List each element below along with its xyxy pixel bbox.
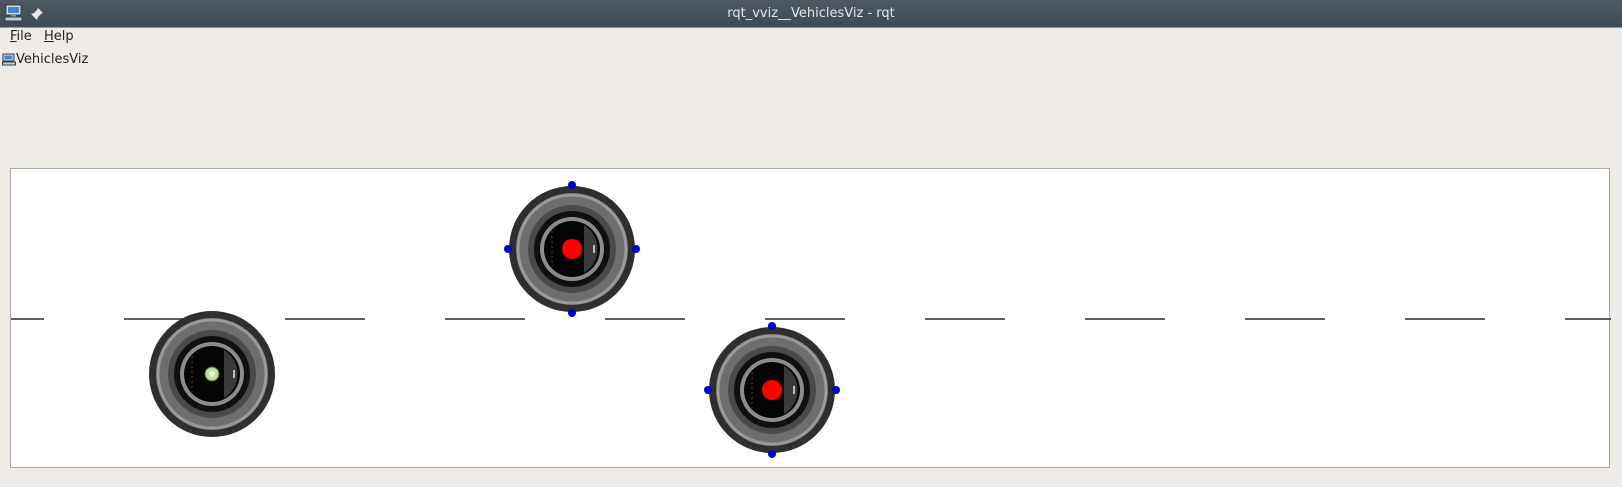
- waypoint-marker[interactable]: [568, 181, 576, 189]
- waypoint-marker[interactable]: [768, 322, 776, 330]
- title-bar[interactable]: rqt_vviz__VehiclesViz - rqt: [0, 0, 1622, 28]
- menu-help[interactable]: Help: [44, 29, 74, 44]
- waypoint-marker[interactable]: [704, 386, 712, 394]
- menu-help-mnemonic: H: [44, 29, 54, 44]
- menu-file-label: ile: [16, 29, 32, 44]
- waypoint-marker[interactable]: [832, 386, 840, 394]
- vehicles-canvas[interactable]: [10, 168, 1611, 468]
- window-title: rqt_vviz__VehiclesViz - rqt: [727, 6, 895, 21]
- waypoint-marker[interactable]: [504, 245, 512, 253]
- menu-help-label: elp: [53, 29, 74, 44]
- scene-svg: [11, 181, 1611, 458]
- waypoint-marker[interactable]: [568, 309, 576, 317]
- status-indicator-3: [762, 380, 782, 400]
- computer-icon: [2, 53, 16, 66]
- waypoint-marker[interactable]: [632, 245, 640, 253]
- robot-vehicle-2[interactable]: [504, 181, 640, 317]
- robot-vehicle-1[interactable]: [147, 309, 277, 439]
- waypoint-marker[interactable]: [768, 450, 776, 458]
- menu-file[interactable]: File: [10, 29, 32, 44]
- menu-bar: File Help: [0, 28, 1622, 48]
- robot-vehicle-3[interactable]: [704, 322, 840, 458]
- status-indicator-2: [562, 239, 582, 259]
- plugin-title: VehiclesViz: [16, 52, 89, 67]
